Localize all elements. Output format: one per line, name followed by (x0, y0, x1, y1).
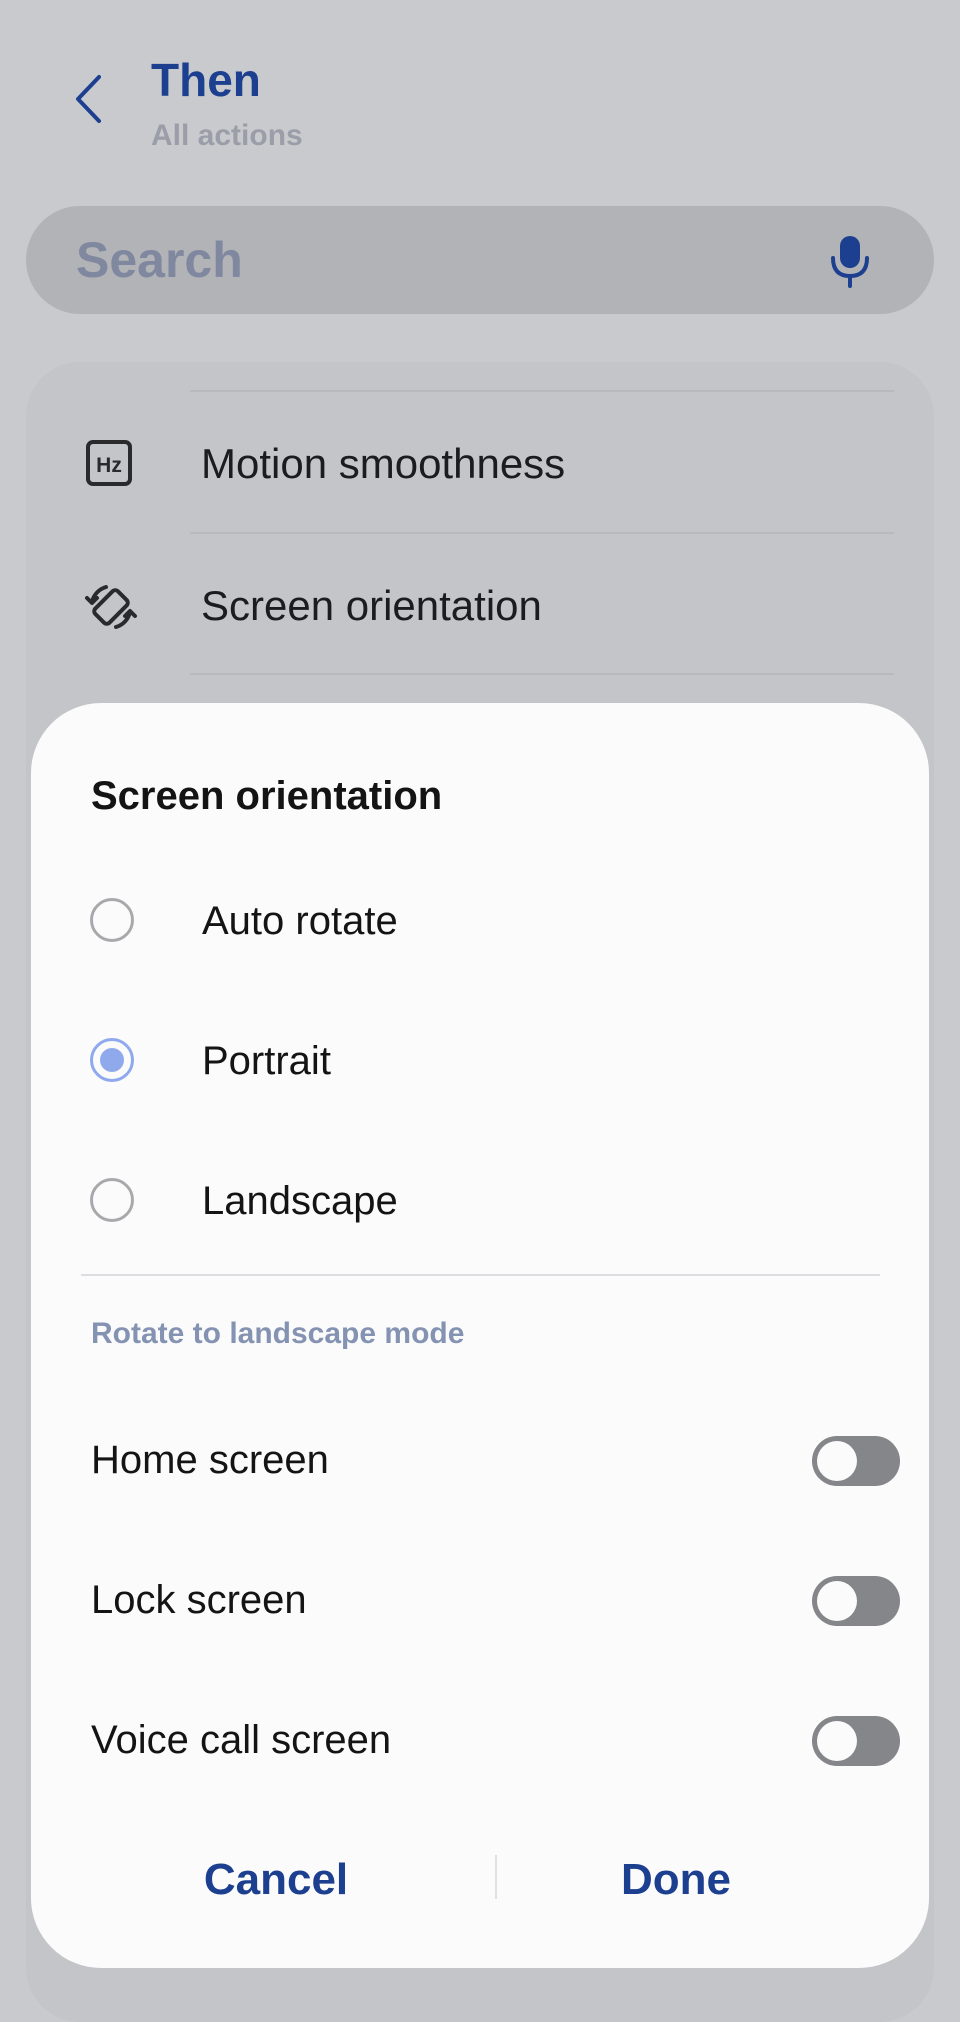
option-landscape[interactable]: Landscape (61, 1142, 901, 1262)
page-title: Then (151, 54, 261, 106)
toggle-row-lock-screen[interactable]: Lock screen (61, 1539, 901, 1659)
chevron-left-icon (76, 75, 101, 123)
toggle-label: Home screen (91, 1438, 329, 1482)
cancel-button[interactable]: Cancel (131, 1845, 421, 1915)
microphone-icon[interactable] (828, 234, 872, 288)
option-label: Portrait (202, 1039, 331, 1083)
list-item-screen-orientation[interactable]: Screen orientation (26, 534, 934, 674)
option-portrait[interactable]: Portrait (61, 1002, 901, 1122)
list-item-label: Motion smoothness (201, 440, 566, 487)
list-divider (190, 673, 894, 675)
switch-knob (817, 1581, 857, 1621)
option-auto-rotate[interactable]: Auto rotate (61, 862, 901, 982)
home-screen-switch[interactable] (812, 1436, 900, 1486)
toggle-label: Voice call screen (91, 1718, 392, 1762)
radio-button[interactable] (90, 1178, 134, 1222)
divider (81, 1274, 880, 1276)
done-button[interactable]: Done (531, 1845, 821, 1915)
toggle-label: Lock screen (91, 1578, 307, 1622)
list-item-motion-smoothness[interactable]: Hz Motion smoothness (26, 392, 934, 532)
toggle-row-home-screen[interactable]: Home screen (61, 1399, 901, 1519)
search-input[interactable]: Search (76, 232, 243, 288)
back-button[interactable] (62, 64, 114, 134)
switch-knob (817, 1441, 857, 1481)
page-subtitle: All actions (151, 119, 303, 152)
section-header: Rotate to landscape mode (91, 1317, 465, 1350)
voice-call-screen-switch[interactable] (812, 1716, 900, 1766)
svg-text:Hz: Hz (96, 454, 122, 477)
list-item-label: Screen orientation (201, 582, 542, 629)
toggle-row-voice-call-screen[interactable]: Voice call screen (61, 1679, 901, 1799)
option-label: Landscape (202, 1179, 398, 1223)
screen-orientation-dialog: Screen orientation Auto rotate Portrait … (31, 703, 929, 1968)
switch-knob (817, 1721, 857, 1761)
button-divider (495, 1855, 497, 1899)
lock-screen-switch[interactable] (812, 1576, 900, 1626)
hz-icon: Hz (86, 440, 132, 486)
radio-button[interactable] (90, 898, 134, 942)
search-bar[interactable]: Search (26, 206, 934, 314)
rotate-icon (85, 585, 137, 629)
option-label: Auto rotate (202, 899, 398, 943)
radio-button-selected[interactable] (90, 1038, 134, 1082)
dialog-title: Screen orientation (91, 774, 443, 818)
